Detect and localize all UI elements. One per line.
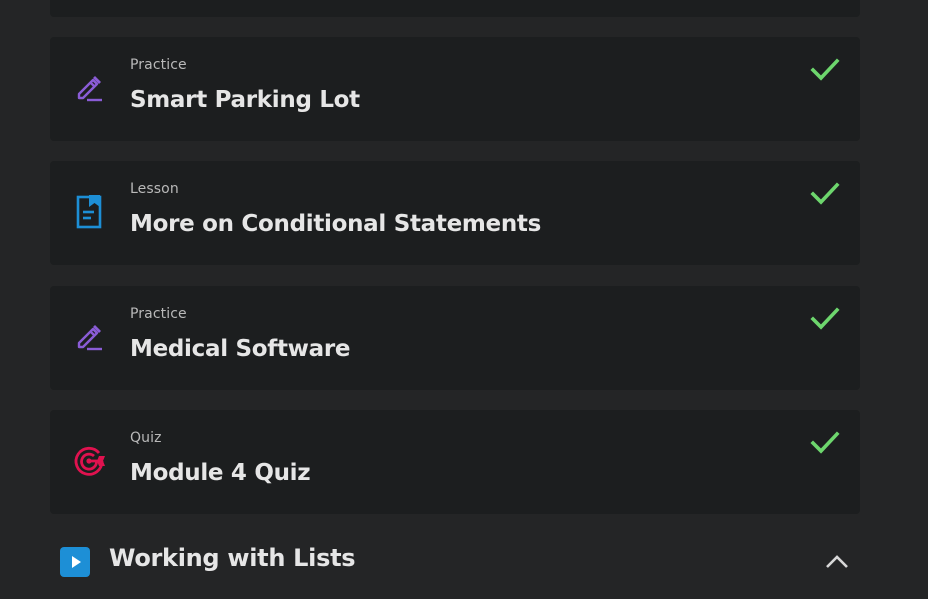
chevron-up-icon[interactable] (824, 550, 850, 574)
completed-check-icon (810, 306, 840, 332)
target-icon (72, 444, 106, 478)
document-bookmark-icon (72, 195, 106, 229)
module-item-card[interactable]: Lesson More on Conditional Statements (50, 161, 860, 265)
pencil-icon (72, 320, 106, 354)
item-type-label: Lesson (130, 181, 179, 197)
completed-check-icon (810, 430, 840, 456)
section-header-working-with-lists[interactable]: Working with Lists (50, 530, 860, 592)
item-title: Medical Software (130, 336, 351, 362)
previous-item-card[interactable] (50, 0, 860, 17)
module-item-card[interactable]: Quiz Module 4 Quiz (50, 410, 860, 514)
module-item-card[interactable]: Practice Medical Software (50, 286, 860, 390)
item-title: More on Conditional Statements (130, 211, 541, 237)
item-type-label: Practice (130, 57, 187, 73)
play-icon (60, 547, 90, 577)
item-type-label: Quiz (130, 430, 162, 446)
completed-check-icon (810, 57, 840, 83)
item-title: Smart Parking Lot (130, 87, 360, 113)
completed-check-icon (810, 181, 840, 207)
section-title: Working with Lists (109, 544, 356, 572)
item-type-label: Practice (130, 306, 187, 322)
item-title: Module 4 Quiz (130, 460, 311, 486)
pencil-icon (72, 71, 106, 105)
module-item-card[interactable]: Practice Smart Parking Lot (50, 37, 860, 141)
module-content-list: Practice Smart Parking Lot Lesson More o… (0, 0, 928, 599)
